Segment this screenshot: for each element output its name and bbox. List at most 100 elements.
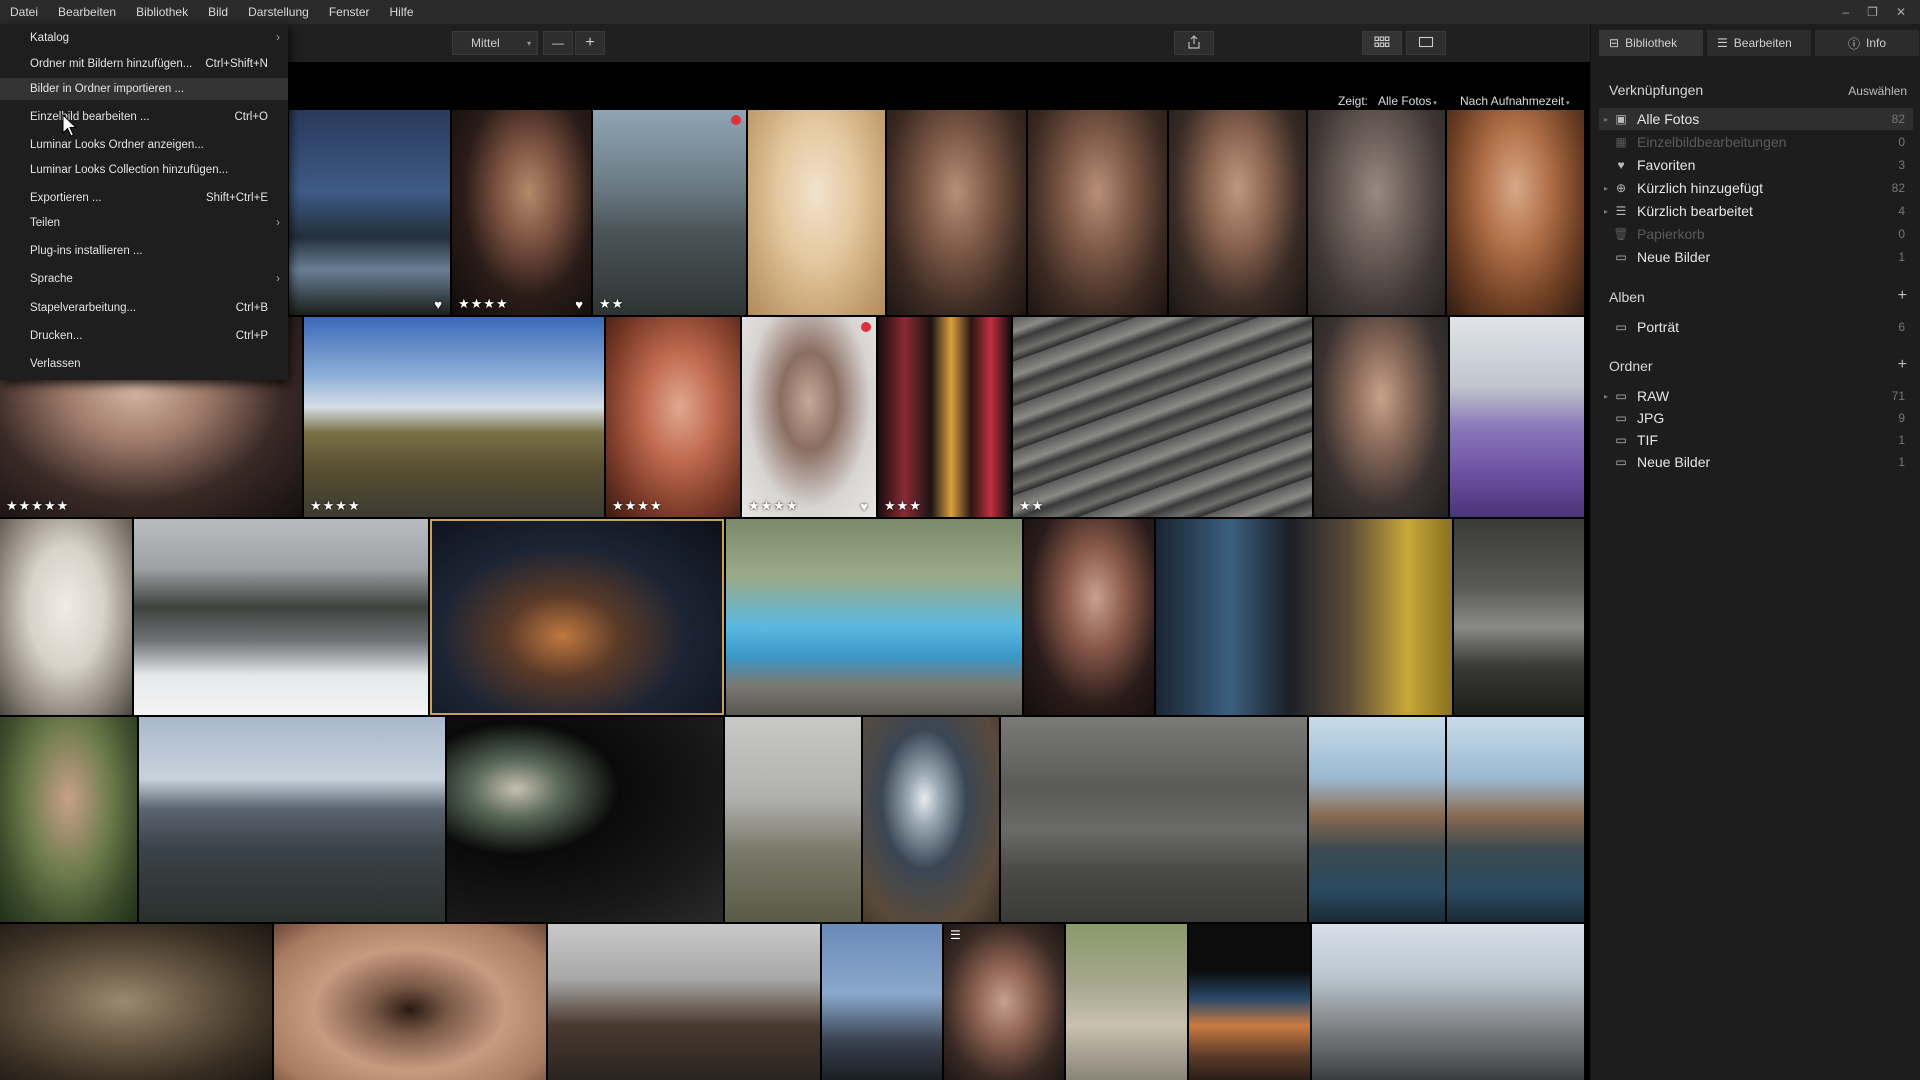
photo-thumbnail[interactable] [274,924,546,1080]
photo-thumbnail[interactable]: ★★★★ [304,317,604,517]
window-controls: – ❐ ✕ [1842,0,1906,24]
single-view-icon [1418,36,1434,51]
photo-thumbnail[interactable]: ☰ [944,924,1064,1080]
trash-icon: 🗑︎ [1613,227,1629,241]
sidebar-item-einzelbildbearbeitungen[interactable]: ▦ Einzelbildbearbeitungen 0 [1599,131,1913,153]
menu-item-plugins[interactable]: Plug-ins installieren ... [0,240,288,262]
photo-thumbnail[interactable] [1001,717,1307,922]
photo-thumbnail[interactable] [548,924,820,1080]
menu-item-bilder-importieren[interactable]: Bilder in Ordner importieren ... [0,78,288,100]
add-album-button[interactable]: + [1898,287,1907,305]
photo-thumbnail[interactable]: ★★ [593,110,746,315]
sidebar-item-neue-bilder-folder[interactable]: ▭ Neue Bilder 1 [1599,451,1913,473]
tab-bearbeiten[interactable]: ☰ Bearbeiten [1707,30,1811,56]
photo-thumbnail[interactable] [725,717,861,922]
item-count: 82 [1891,112,1905,126]
restore-button[interactable]: ❐ [1867,5,1878,19]
photo-thumbnail[interactable]: ♥ [289,110,450,315]
menu-item-sprache[interactable]: Sprache › [0,268,288,290]
menu-item-verlassen[interactable]: Verlassen [0,353,288,375]
photo-thumbnail[interactable] [134,519,428,715]
flag-marker [861,322,871,332]
photo-thumbnail[interactable] [0,717,137,922]
zoom-out-button[interactable]: — [543,31,573,55]
photo-thumbnail[interactable]: ★★★★ ♥ [742,317,876,517]
sidebar-item-neue-bilder[interactable]: ▭ Neue Bilder 1 [1599,246,1913,268]
photo-thumbnail[interactable] [1066,924,1187,1080]
menu-item-label: Ordner mit Bildern hinzufügen... [30,58,193,70]
add-folder-button[interactable]: + [1898,356,1907,374]
photo-thumbnail[interactable] [887,110,1026,315]
photo-thumbnail[interactable] [0,924,272,1080]
menu-bearbeiten[interactable]: Bearbeiten [48,0,126,24]
photo-thumbnail[interactable] [1309,717,1445,922]
photo-thumbnail[interactable] [1169,110,1306,315]
select-button[interactable]: Auswählen [1848,84,1907,98]
tab-info[interactable]: ⓘ Info [1815,30,1919,56]
menu-datei[interactable]: Datei [0,0,48,24]
sort-dropdown[interactable]: Nach Aufnahmezeit ▾ [1460,94,1570,108]
star-rating: ★★ [1019,498,1045,513]
tab-bibliothek[interactable]: ⊟ Bibliothek [1599,30,1703,56]
photo-thumbnail[interactable] [863,717,999,922]
menu-bild[interactable]: Bild [198,0,238,24]
sidebar-item-alle-fotos[interactable]: ▸ ▣ Alle Fotos 82 [1599,108,1913,130]
sidebar-item-kuerzlich-hinzugefuegt[interactable]: ▸ ⊕ Kürzlich hinzugefügt 82 [1599,177,1913,199]
grid-view-button[interactable] [1362,31,1402,55]
menu-bibliothek[interactable]: Bibliothek [126,0,198,24]
menu-item-ordner-hinzufuegen[interactable]: Ordner mit Bildern hinzufügen... Ctrl+Sh… [0,53,288,75]
sidebar-item-portraet[interactable]: ▭ Porträt 6 [1599,316,1913,338]
menu-fenster[interactable]: Fenster [319,0,380,24]
photo-thumbnail[interactable] [1024,519,1154,715]
menu-darstellung[interactable]: Darstellung [238,0,319,24]
sidebar-item-label: Papierkorb [1637,226,1705,242]
photo-thumbnail[interactable]: ★★★★ ♥ [452,110,591,315]
sidebar-item-jpg[interactable]: ▭ JPG 9 [1599,407,1913,429]
minimize-button[interactable]: – [1842,5,1849,19]
photo-thumbnail[interactable]: ★★★★ [606,317,740,517]
menu-item-exportieren[interactable]: Exportieren ... Shift+Ctrl+E [0,187,288,209]
menu-item-einzelbild-bearbeiten[interactable]: Einzelbild bearbeiten ... Ctrl+O [0,106,288,128]
albums-heading: Alben [1609,289,1645,305]
menu-item-katalog[interactable]: Katalog › [0,27,288,49]
menu-item-teilen[interactable]: Teilen › [0,212,288,234]
photo-thumbnail[interactable] [1454,519,1584,715]
photo-thumbnail[interactable] [1447,110,1584,315]
filter-show-dropdown[interactable]: Alle Fotos ▾ [1378,94,1437,108]
photo-thumbnail-selected[interactable] [430,519,724,715]
photo-thumbnail[interactable] [447,717,723,922]
sidebar-item-papierkorb[interactable]: 🗑︎ Papierkorb 0 [1599,223,1913,245]
item-count: 3 [1898,158,1905,172]
single-view-button[interactable] [1406,31,1446,55]
share-button[interactable] [1174,31,1214,55]
photo-thumbnail[interactable]: ★★ [1013,317,1312,517]
close-button[interactable]: ✕ [1896,5,1906,19]
menu-hilfe[interactable]: Hilfe [380,0,424,24]
sidebar-item-raw[interactable]: ▸ ▭ RAW 71 [1599,385,1913,407]
photo-thumbnail[interactable] [1312,924,1584,1080]
menu-item-looks-collection[interactable]: Luminar Looks Collection hinzufügen... [0,159,288,181]
sidebar-item-kuerzlich-bearbeitet[interactable]: ▸ ☰ Kürzlich bearbeitet 4 [1599,200,1913,222]
folder-icon: ▭ [1615,455,1627,469]
photo-thumbnail[interactable] [1308,110,1445,315]
photo-thumbnail[interactable] [726,519,1022,715]
flag-marker [731,115,741,125]
sidebar-item-tif[interactable]: ▭ TIF 1 [1599,429,1913,451]
photo-thumbnail[interactable] [1189,924,1310,1080]
photo-thumbnail[interactable] [139,717,445,922]
photo-thumbnail[interactable] [1028,110,1167,315]
photo-thumbnail[interactable]: ★★★ [878,317,1011,517]
photo-thumbnail[interactable] [0,519,132,715]
photo-thumbnail[interactable] [1314,317,1448,517]
photo-thumbnail[interactable] [1156,519,1452,715]
photo-thumbnail[interactable] [748,110,885,315]
sidebar-item-favoriten[interactable]: ♥ Favoriten 3 [1599,154,1913,176]
menu-item-looks-ordner[interactable]: Luminar Looks Ordner anzeigen... [0,134,288,156]
photo-thumbnail[interactable] [822,924,942,1080]
photo-thumbnail[interactable] [1447,717,1584,922]
menu-item-drucken[interactable]: Drucken... Ctrl+P [0,325,288,347]
photo-thumbnail[interactable] [1450,317,1584,517]
zoom-in-button[interactable]: + [575,31,605,55]
zoom-select[interactable]: Mittel ▾ [452,31,538,55]
menu-item-stapelverarbeitung[interactable]: Stapelverarbeitung... Ctrl+B [0,297,288,319]
